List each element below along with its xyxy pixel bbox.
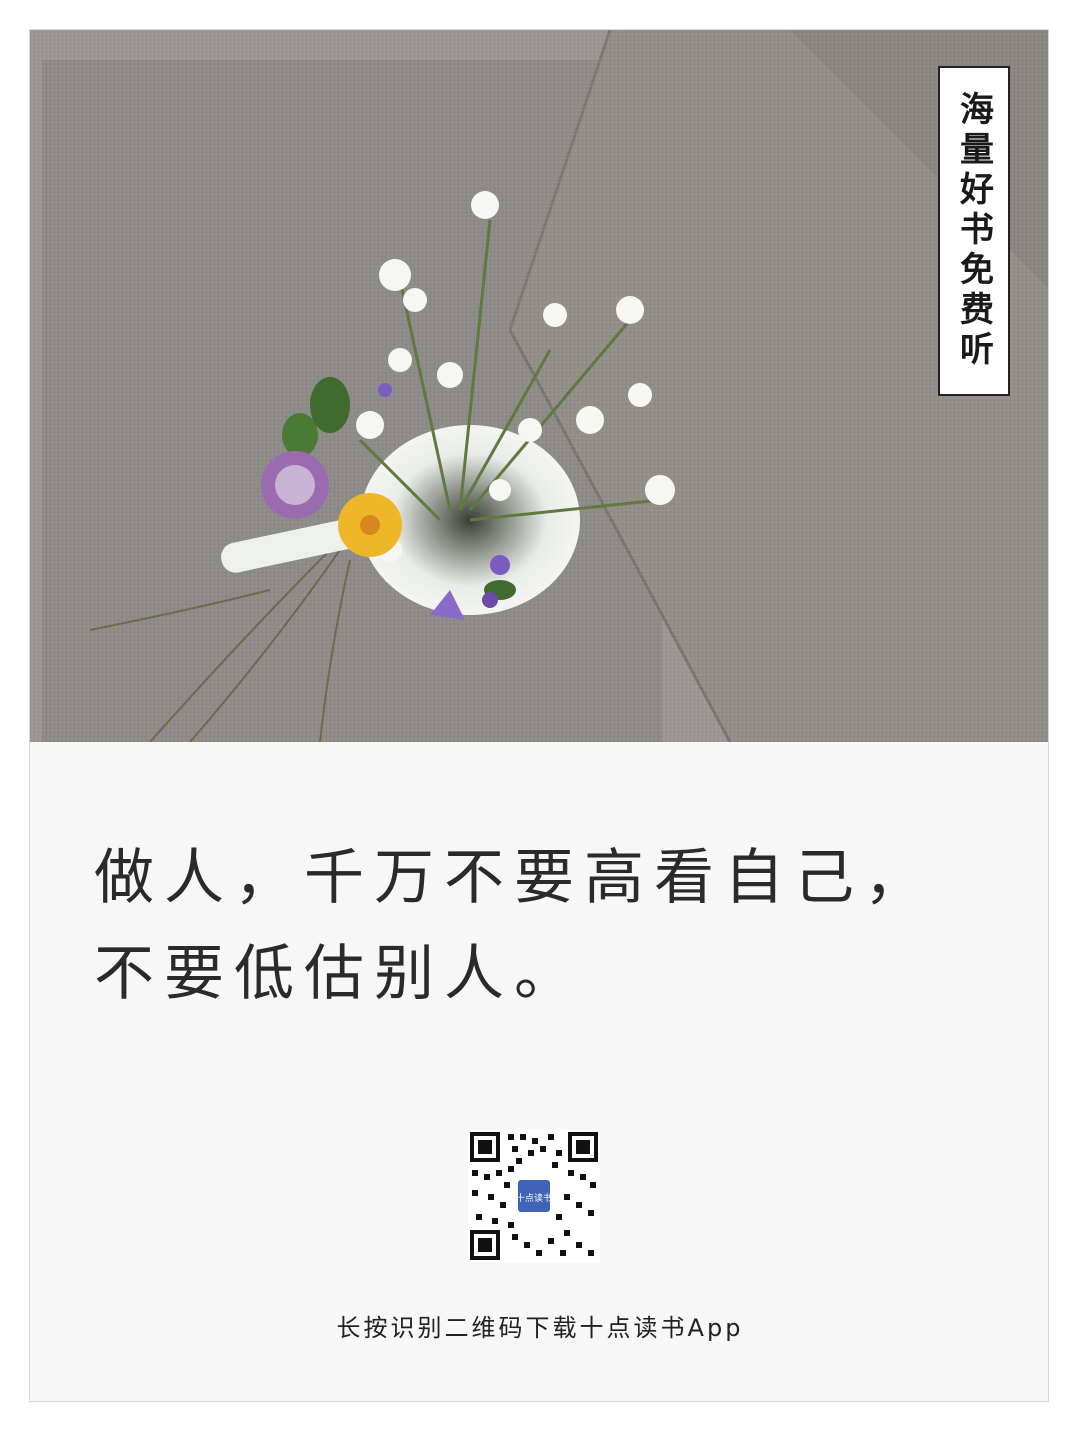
qr-logo-text: 十点读书 bbox=[516, 1192, 552, 1204]
qr-code-graphic: 十点读书 bbox=[468, 1130, 600, 1262]
quote-line-2: 不要低估别人。 bbox=[94, 939, 584, 1009]
badge-text: 海量好书免费听 bbox=[953, 91, 994, 371]
vertical-badge: 海量好书免费听 bbox=[938, 66, 1010, 396]
qr-code[interactable]: 十点读书 bbox=[468, 1130, 600, 1262]
linen-flower-illustration bbox=[30, 30, 1048, 742]
quote-text: 做人，千万不要高看自己， 不要低估别人。 bbox=[94, 830, 934, 1022]
poster-card: 海量好书免费听 做人，千万不要高看自己， 不要低估别人。 十点读书 长按识别二维… bbox=[29, 29, 1049, 1402]
flower-photo: 海量好书免费听 bbox=[30, 30, 1048, 742]
quote-line-1: 做人，千万不要高看自己， bbox=[94, 843, 934, 913]
download-caption: 长按识别二维码下载十点读书App bbox=[336, 1314, 744, 1342]
